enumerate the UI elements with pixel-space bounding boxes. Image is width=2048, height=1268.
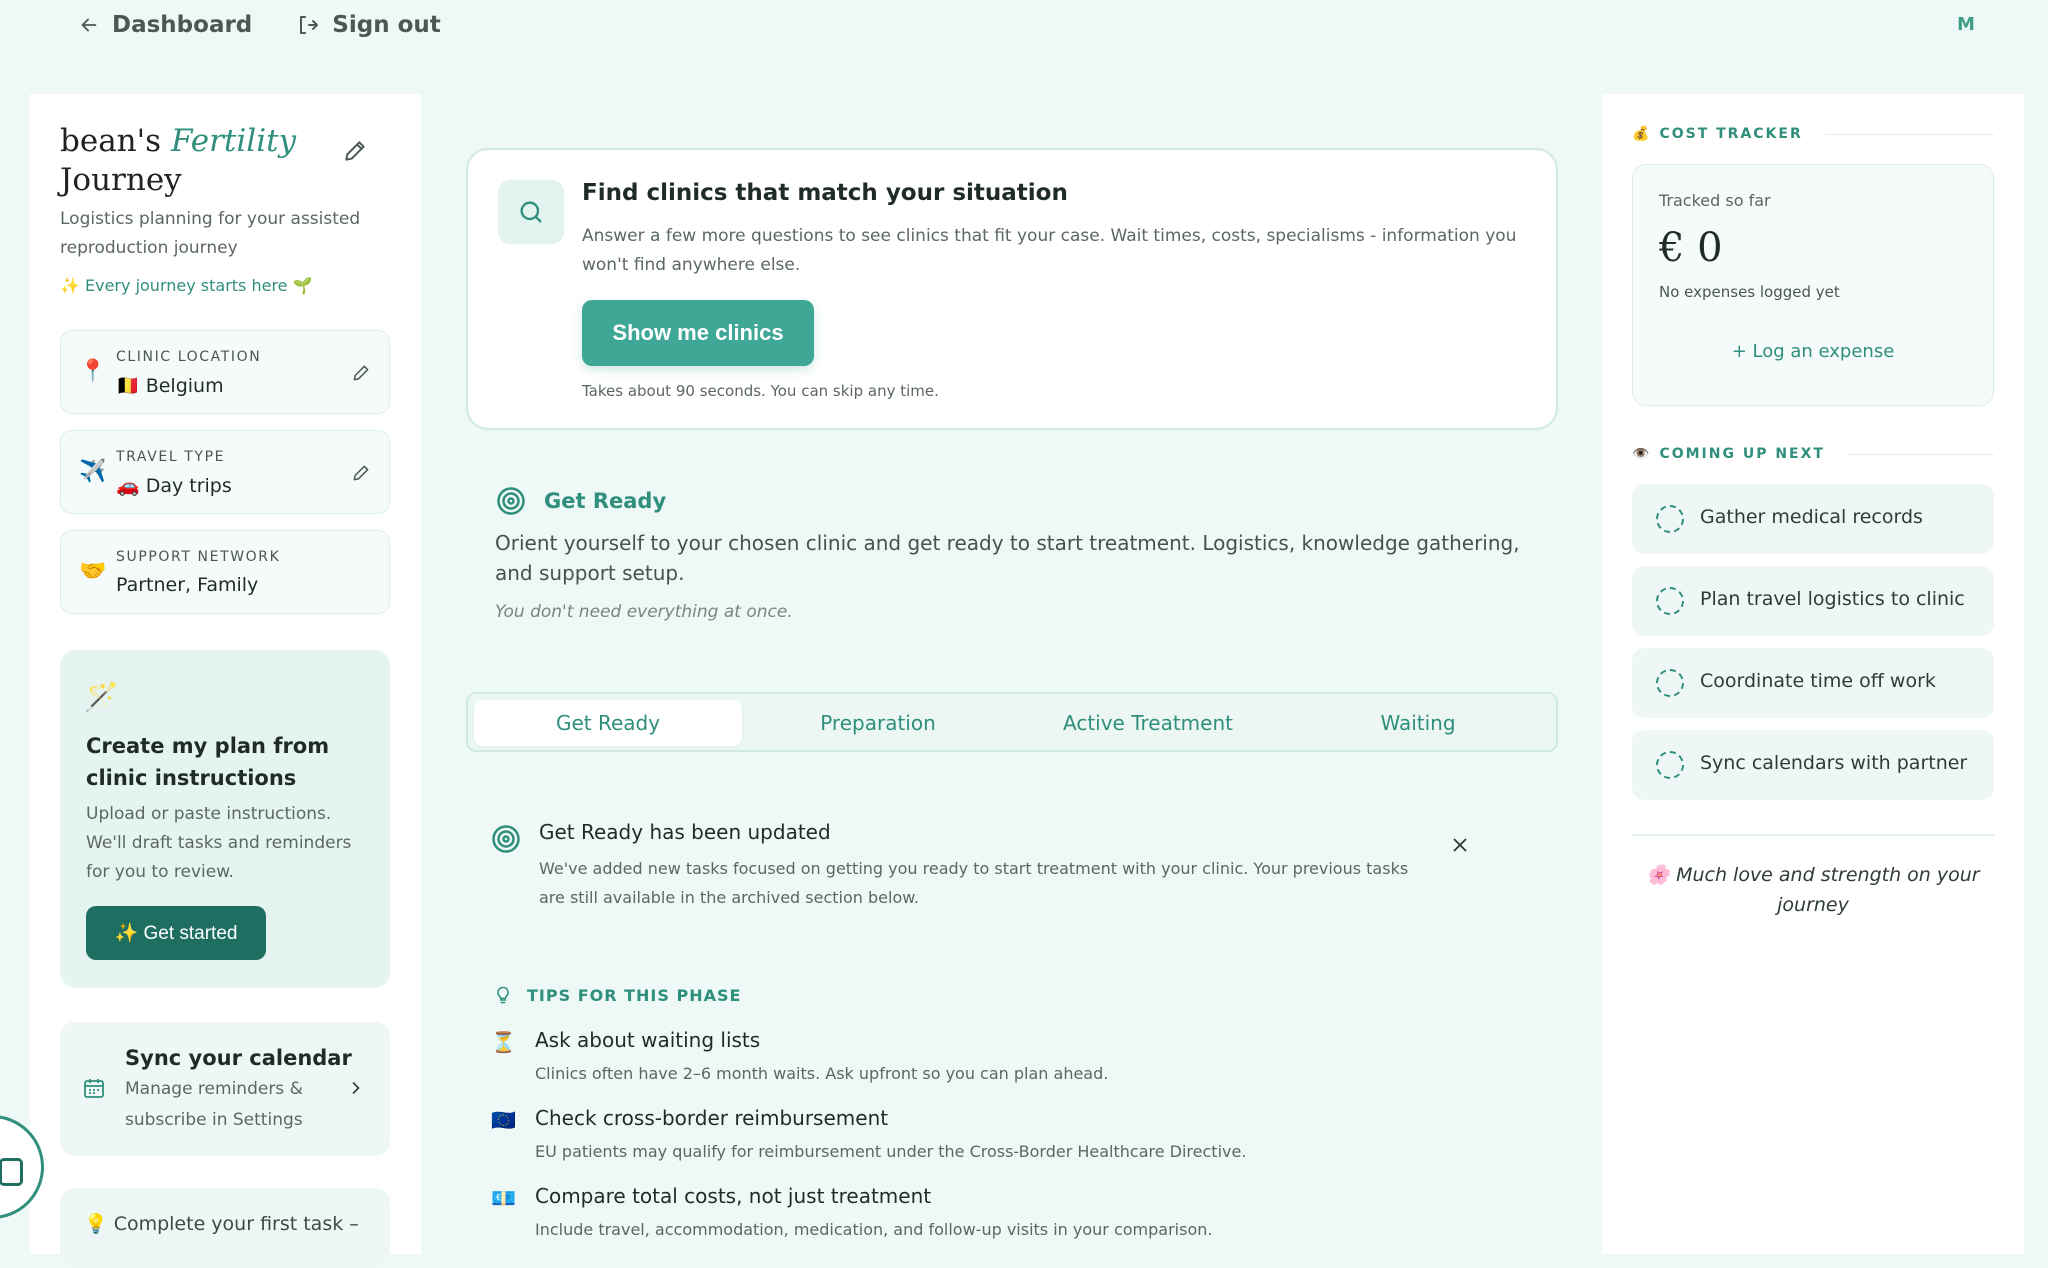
tracked-label: Tracked so far	[1659, 191, 1771, 210]
close-icon[interactable]	[1449, 834, 1471, 856]
top-navigation: Dashboard Sign out	[78, 8, 441, 42]
dashboard-label: Dashboard	[112, 12, 253, 38]
sync-card-body: Manage reminders & subscribe in Settings	[125, 1079, 303, 1130]
sync-card-title: Sync your calendar	[125, 1046, 352, 1070]
pending-circle-icon	[1656, 505, 1684, 533]
arrow-left-icon	[81, 18, 97, 32]
tip-body: Clinics often have 2–6 month waits. Ask …	[535, 1064, 1109, 1083]
journey-tagline: ✨ Every journey starts here 🌱	[60, 276, 313, 295]
target-icon	[492, 825, 520, 853]
first-task-card[interactable]: 💡 Complete your first task –	[60, 1188, 390, 1268]
upcoming-task[interactable]: Gather medical records	[1632, 484, 1994, 554]
eye-icon: 👁️	[1632, 446, 1652, 462]
info-card-value: 🚗 Day trips	[116, 475, 232, 497]
first-task-text: 💡 Complete your first task –	[84, 1213, 359, 1235]
tip-title: Ask about waiting lists	[535, 1028, 761, 1052]
info-card-label: TRAVEL TYPE	[116, 449, 226, 465]
sync-calendar-card[interactable]: Sync your calendar Manage reminders & su…	[60, 1022, 390, 1156]
phase-tabs: Get Ready Preparation Active Treatment W…	[466, 692, 1558, 752]
target-icon	[497, 487, 525, 515]
info-card-value: 🇧🇪 Belgium	[116, 375, 224, 397]
info-card-value: Partner, Family	[116, 574, 259, 596]
update-body: We've added new tasks focused on getting…	[539, 859, 1409, 907]
plan-card-title: Create my plan from clinic instructions	[86, 734, 330, 790]
tab-active-treatment[interactable]: Active Treatment	[1014, 700, 1282, 746]
journey-subtitle: Logistics planning for your assisted rep…	[60, 209, 361, 258]
tips-heading: TIPS FOR THIS PHASE	[493, 984, 741, 1006]
tab-waiting[interactable]: Waiting	[1284, 700, 1552, 746]
upcoming-task[interactable]: Coordinate time off work	[1632, 648, 1994, 718]
cost-tracker-card: Tracked so far € 0 No expenses logged ye…	[1632, 164, 1994, 406]
info-card-label: SUPPORT NETWORK	[116, 549, 281, 565]
cost-tracker-heading: 💰 COST TRACKER	[1632, 126, 1994, 142]
pending-circle-icon	[1656, 669, 1684, 697]
sign-out-icon	[300, 16, 319, 34]
pin-icon: 📍	[79, 359, 107, 384]
magic-wand-icon: 🪄	[84, 680, 119, 713]
edit-pencil-icon[interactable]	[351, 363, 371, 383]
show-clinics-button[interactable]: Show me clinics	[582, 300, 814, 366]
edit-pencil-icon[interactable]	[351, 463, 371, 483]
find-clinics-note: Takes about 90 seconds. You can skip any…	[582, 382, 939, 400]
lightbulb-icon	[497, 986, 509, 1004]
upcoming-task[interactable]: Plan travel logistics to clinic	[1632, 566, 1994, 636]
money-icon: 💶	[491, 1186, 516, 1210]
journey-title: bean's Fertility Journey	[60, 123, 297, 198]
tab-preparation[interactable]: Preparation	[744, 700, 1012, 746]
search-icon	[520, 201, 542, 223]
create-plan-card: 🪄 Create my plan from clinic instruction…	[60, 650, 390, 988]
get-started-button[interactable]: ✨ Get started	[86, 906, 266, 960]
chevron-right-icon	[352, 1082, 360, 1094]
no-expenses-label: No expenses logged yet	[1659, 283, 1840, 301]
edit-pencil-icon[interactable]	[342, 138, 368, 164]
tip-body: Include travel, accommodation, medicatio…	[535, 1220, 1213, 1239]
sign-out-link[interactable]: Sign out	[296, 12, 441, 38]
tip-title: Check cross-border reimbursement	[535, 1106, 889, 1130]
upcoming-task[interactable]: Sync calendars with partner	[1632, 730, 1994, 800]
phase-title: Get Ready	[496, 486, 666, 516]
airplane-icon: ✈️	[79, 459, 107, 484]
find-clinics-title: Find clinics that match your situation	[582, 180, 1068, 206]
handshake-icon: 🤝	[79, 559, 107, 584]
chat-icon	[0, 1158, 23, 1186]
sign-out-label: Sign out	[332, 12, 441, 38]
tab-get-ready[interactable]: Get Ready	[474, 700, 742, 746]
hourglass-icon: ⏳	[491, 1030, 516, 1054]
main-content: Find clinics that match your situation A…	[421, 94, 1601, 1254]
divider	[1632, 834, 1994, 836]
support-network-card: 🤝 SUPPORT NETWORK Partner, Family	[60, 530, 390, 614]
clinic-location-card: 📍 CLINIC LOCATION 🇧🇪 Belgium	[60, 330, 390, 414]
search-icon-container	[498, 180, 564, 244]
info-card-label: CLINIC LOCATION	[116, 349, 262, 365]
money-bag-icon: 💰	[1632, 126, 1652, 142]
dashboard-link[interactable]: Dashboard	[78, 12, 252, 38]
update-title: Get Ready has been updated	[539, 820, 831, 844]
pending-circle-icon	[1656, 751, 1684, 779]
log-expense-button[interactable]: + Log an expense	[1633, 341, 1993, 362]
calendar-icon	[84, 1079, 104, 1098]
coming-up-heading: 👁️ COMING UP NEXT	[1632, 446, 1994, 462]
travel-type-card: ✈️ TRAVEL TYPE 🚗 Day trips	[60, 430, 390, 514]
encouragement-text: 🌸 Much love and strength on your journey	[1646, 864, 1980, 916]
right-sidebar: 💰 COST TRACKER Tracked so far € 0 No exp…	[1602, 94, 2024, 1254]
phase-description: Orient yourself to your chosen clinic an…	[495, 531, 1520, 585]
find-clinics-card: Find clinics that match your situation A…	[466, 148, 1558, 430]
find-clinics-body: Answer a few more questions to see clini…	[582, 226, 1517, 275]
eu-flag-icon: 🇪🇺	[491, 1108, 516, 1132]
phase-note: You don't need everything at once.	[495, 602, 793, 622]
tracked-amount: € 0	[1659, 225, 1723, 271]
avatar[interactable]: M	[1946, 6, 1986, 42]
plan-card-body: Upload or paste instructions. We'll draf…	[86, 804, 352, 882]
left-sidebar: bean's Fertility Journey Logistics plann…	[30, 94, 421, 1268]
tip-body: EU patients may qualify for reimbursemen…	[535, 1142, 1247, 1161]
tip-title: Compare total costs, not just treatment	[535, 1184, 932, 1208]
pending-circle-icon	[1656, 587, 1684, 615]
